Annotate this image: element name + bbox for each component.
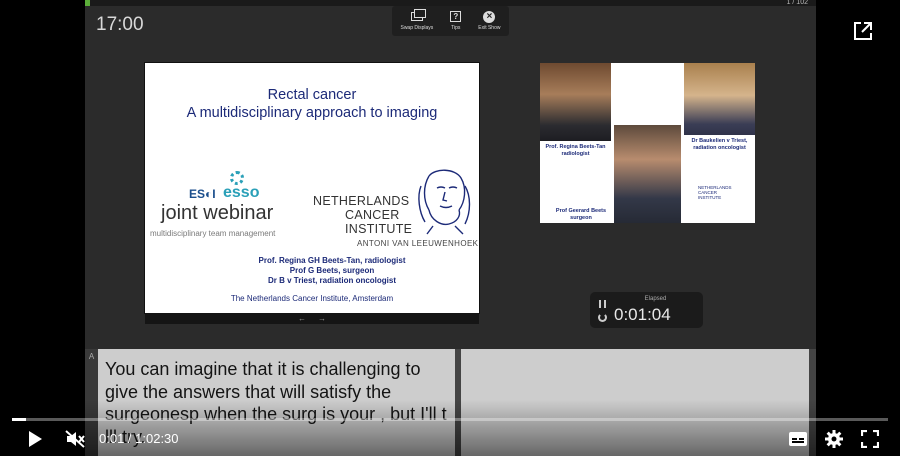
speaker-caption-1: Prof. Regina Beets-Tan radiologist — [545, 144, 606, 157]
next-slide-arrow-icon[interactable]: → — [318, 313, 326, 324]
speaker-photo-beets-tan — [540, 63, 611, 141]
presenter-toolbar: Swap Displays ? Tips × Exit Show — [392, 6, 509, 36]
fullscreen-icon — [861, 430, 879, 448]
institute-name-line3: INSTITUTE — [345, 222, 413, 236]
video-progress-fill — [12, 418, 26, 421]
slide-speaker-1: Prof. Regina GH Beets-Tan, radiologist — [258, 256, 406, 265]
slide-title-line2: A multidisciplinary approach to imaging — [186, 105, 438, 121]
subtitles-button[interactable] — [788, 430, 808, 448]
tips-button[interactable]: ? Tips — [450, 10, 462, 31]
webinar-subtitle: multidisciplinary team management — [150, 229, 276, 238]
slide-speaker-2: Prof G Beets, surgeon — [289, 266, 375, 275]
swap-displays-label: Swap Displays — [400, 25, 434, 31]
previous-slide-arrow-icon[interactable]: ← — [298, 313, 306, 324]
slide-title-line1: Rectal cancer — [267, 87, 357, 103]
esol-logo: ES◐I — [189, 187, 216, 201]
esso-flower-logo-icon — [230, 171, 244, 185]
slide-footer: The Netherlands Cancer Institute, Amster… — [230, 294, 394, 303]
swap-displays-button[interactable]: Swap Displays — [400, 9, 434, 31]
help-icon: ? — [450, 11, 462, 22]
slide-progress-fill — [85, 0, 90, 6]
reset-timer-icon[interactable] — [598, 313, 607, 322]
slide-navigation: ← → — [145, 313, 479, 324]
slide-counter: 1 / 102 — [786, 0, 808, 6]
player-controls-backdrop — [0, 400, 900, 456]
elapsed-timer: Elapsed 0:01:04 — [590, 292, 703, 328]
institute-name-line1: NETHERLANDS — [313, 194, 410, 208]
close-icon: × — [483, 10, 496, 23]
elapsed-label: Elapsed — [644, 296, 667, 302]
muted-speaker-icon — [65, 430, 85, 448]
closed-captions-icon — [789, 432, 807, 446]
exit-show-label: Exit Show — [478, 25, 501, 31]
speaker-photo-v-triest — [684, 63, 755, 135]
institute-subtitle: ANTONI VAN LEEUWENHOEK — [357, 239, 479, 248]
time-readout: 0:01 / 1:02:30 — [99, 431, 179, 446]
slide-speaker-3: Dr B v Triest, radiation oncologist — [267, 276, 397, 285]
gear-icon — [825, 430, 843, 448]
esso-logo: esso — [223, 184, 260, 201]
tips-label: Tips — [451, 25, 461, 31]
fullscreen-button[interactable] — [860, 429, 880, 449]
clock: 17:00 — [96, 14, 144, 35]
open-external-button[interactable] — [852, 20, 874, 42]
swap-displays-icon — [410, 9, 426, 21]
next-slide-preview: Prof. Regina Beets-Tan radiologist Prof … — [540, 63, 755, 223]
mini-institute-logo: NETHERLANDS CANCER INSTITUTE — [698, 185, 732, 200]
webinar-title: joint webinar — [161, 202, 274, 224]
speaker-photo-beets — [614, 125, 681, 223]
settings-button[interactable] — [823, 428, 845, 450]
play-button[interactable] — [25, 429, 45, 449]
play-icon — [28, 431, 42, 447]
video-progress-bar[interactable] — [12, 418, 888, 421]
speaker-caption-2: Prof Geerard Beets surgeon — [555, 208, 607, 221]
mute-button[interactable] — [63, 428, 87, 450]
open-in-new-icon — [854, 22, 872, 40]
elapsed-value: 0:01:04 — [614, 305, 671, 324]
exit-show-button[interactable]: × Exit Show — [478, 10, 500, 31]
current-slide: Rectal cancer A multidisciplinary approa… — [145, 63, 479, 313]
institute-name-line2: CANCER — [345, 208, 400, 222]
speaker-caption-3: Dr Baukelien v Triest, radiation oncolog… — [691, 138, 748, 151]
leeuwenhoek-portrait-logo-icon — [418, 169, 471, 235]
